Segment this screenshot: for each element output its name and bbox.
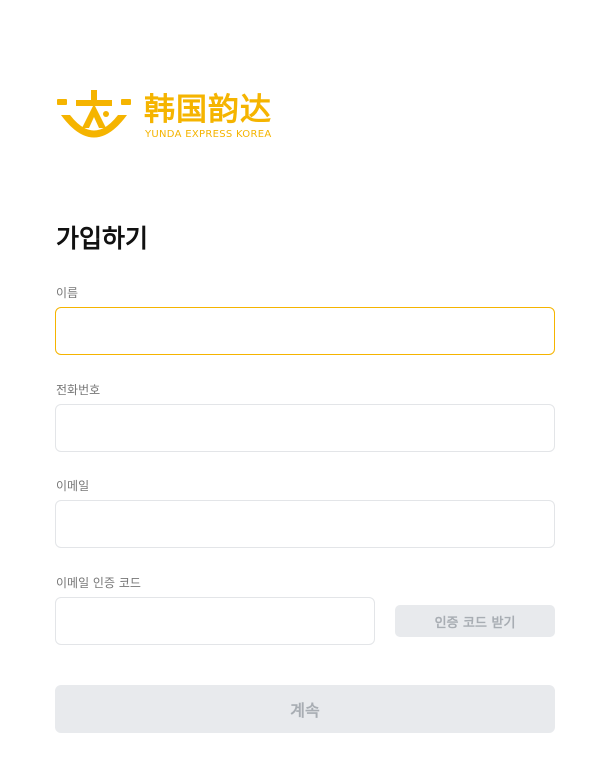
brand-name-en: YUNDA EXPRESS KOREA xyxy=(145,129,272,140)
continue-button[interactable]: 계속 xyxy=(55,685,555,733)
yunda-logo-icon xyxy=(57,90,131,138)
email-input[interactable] xyxy=(55,500,555,548)
email-label: 이메일 xyxy=(56,479,90,493)
phone-input[interactable] xyxy=(55,404,555,452)
get-code-button[interactable]: 인증 코드 받기 xyxy=(395,605,555,637)
brand-name-cn: 韩国韵达 xyxy=(144,92,272,128)
brand-logo: 韩国韵达 YUNDA EXPRESS KOREA xyxy=(56,88,296,148)
page-title: 가입하기 xyxy=(56,224,149,253)
phone-label: 전화번호 xyxy=(56,383,101,397)
email-code-label: 이메일 인증 코드 xyxy=(56,576,141,590)
name-label: 이름 xyxy=(56,286,79,300)
name-input[interactable] xyxy=(55,307,555,355)
email-code-input[interactable] xyxy=(55,597,375,645)
